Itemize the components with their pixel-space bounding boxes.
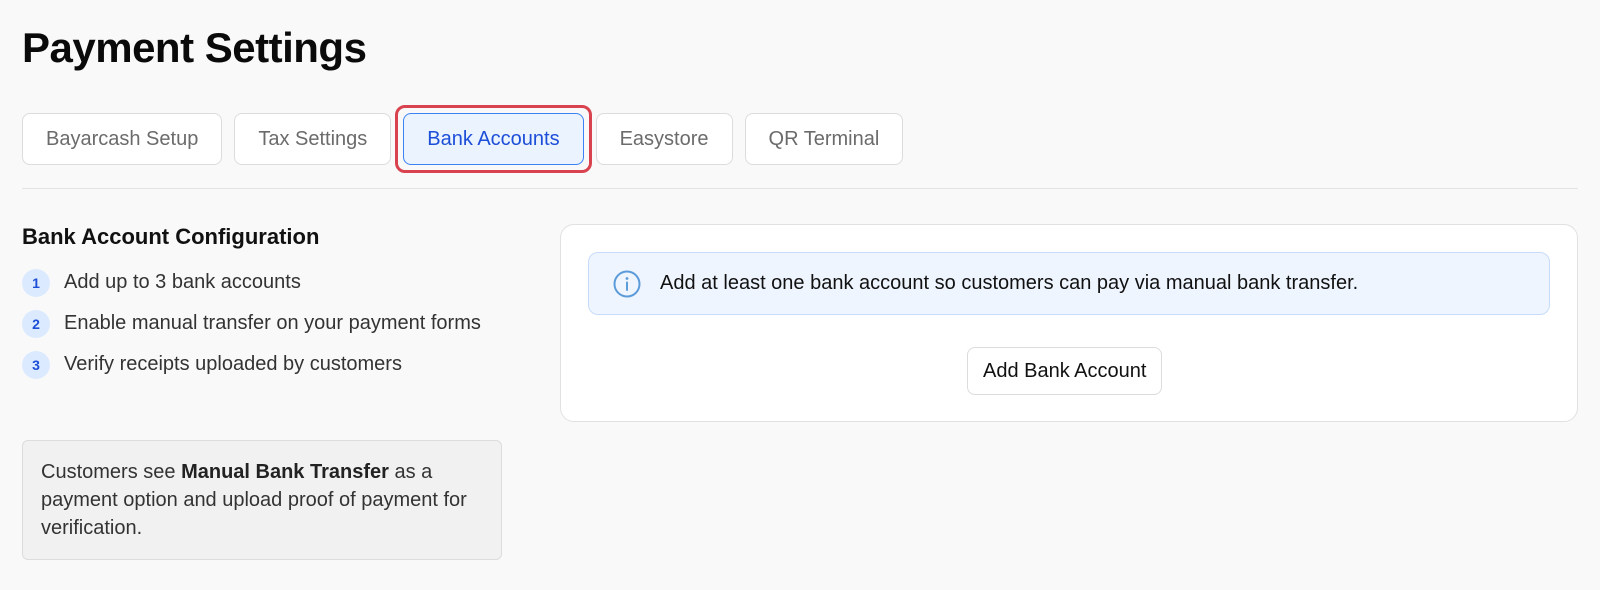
configuration-panel: Bank Account Configuration 1 Add up to 3… (22, 222, 502, 560)
info-note: Customers see Manual Bank Transfer as a … (22, 440, 502, 560)
step-number-badge: 3 (22, 351, 50, 379)
tab-bayarcash-setup[interactable]: Bayarcash Setup (22, 113, 223, 165)
step-item: 2 Enable manual transfer on your payment… (22, 309, 502, 338)
settings-tabs: Bayarcash Setup Tax Settings Bank Accoun… (22, 105, 904, 173)
info-banner-text: Add at least one bank account so custome… (660, 272, 1359, 294)
note-emphasis: Manual Bank Transfer (181, 461, 389, 483)
add-bank-account-button[interactable]: Add Bank Account (967, 347, 1163, 395)
info-circle-icon (612, 269, 642, 299)
page-title: Payment Settings (22, 24, 367, 71)
tab-easystore[interactable]: Easystore (595, 113, 733, 165)
tab-qr-terminal[interactable]: QR Terminal (744, 113, 904, 165)
tab-bank-accounts[interactable]: Bank Accounts (403, 113, 584, 165)
step-text: Enable manual transfer on your payment f… (64, 312, 481, 334)
step-text: Add up to 3 bank accounts (64, 271, 301, 293)
tab-tax-settings[interactable]: Tax Settings (234, 113, 392, 165)
bank-accounts-card: Add at least one bank account so custome… (560, 224, 1578, 422)
tabs-divider (22, 188, 1578, 189)
note-prefix: Customers see (41, 461, 182, 483)
step-number-badge: 2 (22, 310, 50, 338)
tab-bank-accounts-wrapper: Bank Accounts (395, 105, 592, 173)
step-text: Verify receipts uploaded by customers (64, 353, 402, 375)
steps-list: 1 Add up to 3 bank accounts 2 Enable man… (22, 268, 502, 379)
step-item: 1 Add up to 3 bank accounts (22, 268, 502, 297)
info-banner: Add at least one bank account so custome… (588, 252, 1550, 315)
step-number-badge: 1 (22, 269, 50, 297)
step-item: 3 Verify receipts uploaded by customers (22, 350, 502, 379)
section-heading: Bank Account Configuration (22, 224, 320, 249)
